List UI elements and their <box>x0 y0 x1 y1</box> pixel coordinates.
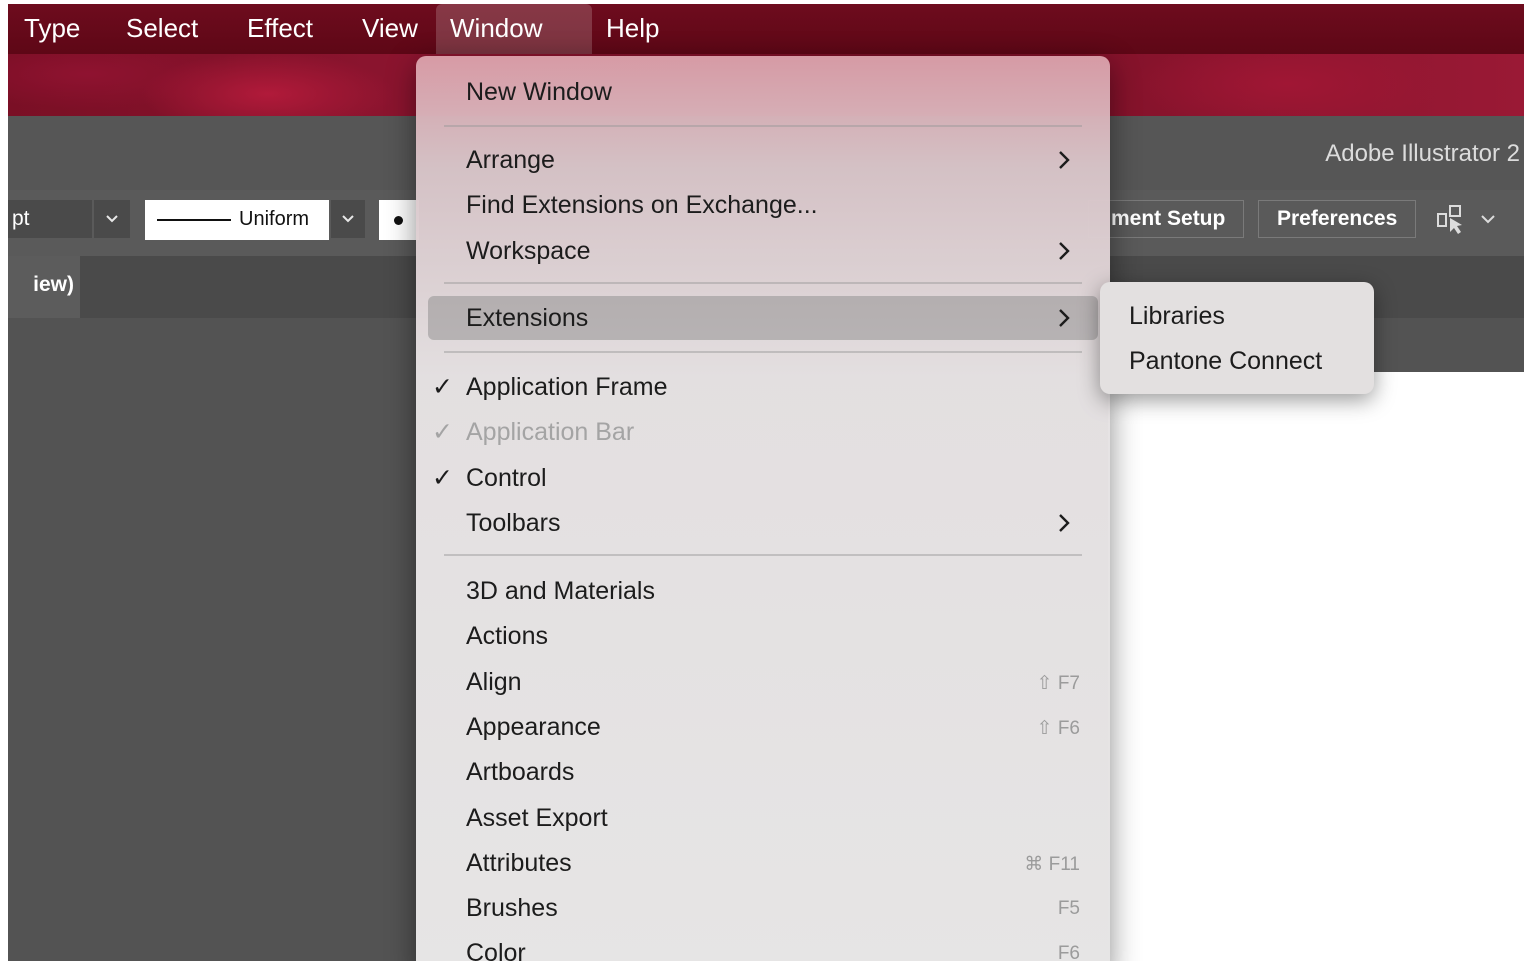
menu-type[interactable]: Type <box>10 4 94 54</box>
menu-help[interactable]: Help <box>592 4 673 54</box>
menu-item-label: 3D and Materials <box>466 577 655 605</box>
menu-item-panel[interactable]: Artboards <box>416 750 1110 794</box>
menu-item-extensions[interactable]: Extensions <box>428 296 1098 340</box>
menu-item-label: Find Extensions on Exchange... <box>466 191 818 219</box>
menu-item-label: New Window <box>466 78 612 106</box>
menu-item-label: Align <box>466 668 522 696</box>
chevron-right-icon <box>1059 242 1070 260</box>
menu-separator <box>444 282 1082 284</box>
menu-item-arrange[interactable]: Arrange <box>416 138 1110 182</box>
extensions-submenu: Libraries Pantone Connect <box>1100 282 1374 394</box>
chevron-right-icon <box>1059 151 1070 169</box>
menu-item-label: Actions <box>466 622 548 650</box>
menu-item-label: Color <box>466 939 526 961</box>
submenu-item-label: Libraries <box>1129 302 1225 330</box>
menu-item-panel[interactable]: Appearance ⇧ F6 <box>416 705 1110 749</box>
submenu-item-label: Pantone Connect <box>1129 347 1323 375</box>
document-tab[interactable]: iew) <box>8 256 80 318</box>
menu-item-label: Attributes <box>466 849 572 877</box>
menu-item-panel[interactable]: Color F6 <box>416 931 1110 961</box>
menu-item-shortcut: ⇧ F6 <box>1036 718 1080 739</box>
chevron-right-icon <box>1059 514 1070 532</box>
chevron-right-icon <box>1059 309 1070 327</box>
menu-item-shortcut: F6 <box>1057 943 1080 961</box>
menu-item-panel[interactable]: Actions <box>416 614 1110 658</box>
menu-select[interactable]: Select <box>112 4 212 54</box>
chevron-down-icon[interactable] <box>1480 208 1500 228</box>
menu-item-label: Application Bar <box>466 418 635 446</box>
menu-window[interactable]: Window <box>436 4 592 54</box>
menu-separator <box>444 554 1082 556</box>
menu-effect[interactable]: Effect <box>233 4 327 54</box>
menu-item-label: Artboards <box>466 758 575 786</box>
menu-item-label: Appearance <box>466 713 601 741</box>
artboard[interactable] <box>1108 372 1524 961</box>
menu-item-shortcut: F5 <box>1057 898 1080 919</box>
menu-item-panel[interactable]: Align ⇧ F7 <box>416 660 1110 704</box>
menu-item-label: Extensions <box>466 304 589 332</box>
menu-view[interactable]: View <box>348 4 432 54</box>
checkmark-icon: ✓ <box>432 464 453 492</box>
menu-item-panel[interactable]: Brushes F5 <box>416 886 1110 930</box>
menu-item-shortcut: ⌘ F11 <box>1024 854 1080 875</box>
brush-dot-icon <box>394 216 403 225</box>
menu-bar: Type Select Effect View Window Help <box>8 4 1524 54</box>
menu-separator <box>444 351 1082 353</box>
brush-definition-select[interactable] <box>379 200 419 240</box>
menu-item-workspace[interactable]: Workspace <box>416 229 1110 273</box>
menu-item-label: Application Frame <box>466 373 668 401</box>
menu-item-label: Workspace <box>466 237 591 265</box>
checkmark-icon: ✓ <box>432 418 453 446</box>
menu-item-panel[interactable]: Attributes ⌘ F11 <box>416 841 1110 885</box>
stroke-profile-label: Uniform <box>239 208 310 230</box>
menu-item-label: Asset Export <box>466 804 608 832</box>
menu-item-application-bar: ✓ Application Bar <box>416 410 1110 454</box>
menu-item-label: Brushes <box>466 894 558 922</box>
submenu-item-pantone-connect[interactable]: Pantone Connect <box>1100 339 1374 383</box>
menu-item-panel[interactable]: Asset Export <box>416 796 1110 840</box>
menu-item-panel[interactable]: 3D and Materials <box>416 569 1110 613</box>
checkmark-icon: ✓ <box>432 373 453 401</box>
menu-item-new-window[interactable]: New Window <box>416 70 1110 114</box>
window-menu-dropdown: New Window Arrange Find Extensions on Ex… <box>416 56 1110 961</box>
menu-item-find-extensions[interactable]: Find Extensions on Exchange... <box>416 183 1110 227</box>
chevron-down-icon[interactable] <box>331 200 365 238</box>
menu-item-toolbars[interactable]: Toolbars <box>416 501 1110 545</box>
arrange-documents-icon[interactable] <box>1436 202 1472 236</box>
chevron-down-icon[interactable] <box>94 200 130 238</box>
app-title: Adobe Illustrator 2 <box>1325 140 1520 167</box>
menu-item-shortcut: ⇧ F7 <box>1036 673 1080 694</box>
menu-item-label: Arrange <box>466 146 555 174</box>
document-setup-button[interactable]: ment Setup <box>1088 200 1245 238</box>
menu-item-label: Control <box>466 464 547 492</box>
menu-item-application-frame[interactable]: ✓ Application Frame <box>416 365 1110 409</box>
stroke-weight-field[interactable]: pt <box>8 200 92 238</box>
screen: Type Select Effect View Window Help Adob… <box>8 4 1524 961</box>
preferences-button[interactable]: Preferences <box>1258 200 1417 238</box>
menu-separator <box>444 125 1082 127</box>
menu-item-control[interactable]: ✓ Control <box>416 456 1110 500</box>
menu-item-label: Toolbars <box>466 509 561 537</box>
stroke-profile-preview <box>157 219 231 221</box>
submenu-item-libraries[interactable]: Libraries <box>1100 294 1374 338</box>
document-tab-label: iew) <box>33 273 74 296</box>
stroke-profile-select[interactable]: Uniform <box>145 200 329 240</box>
